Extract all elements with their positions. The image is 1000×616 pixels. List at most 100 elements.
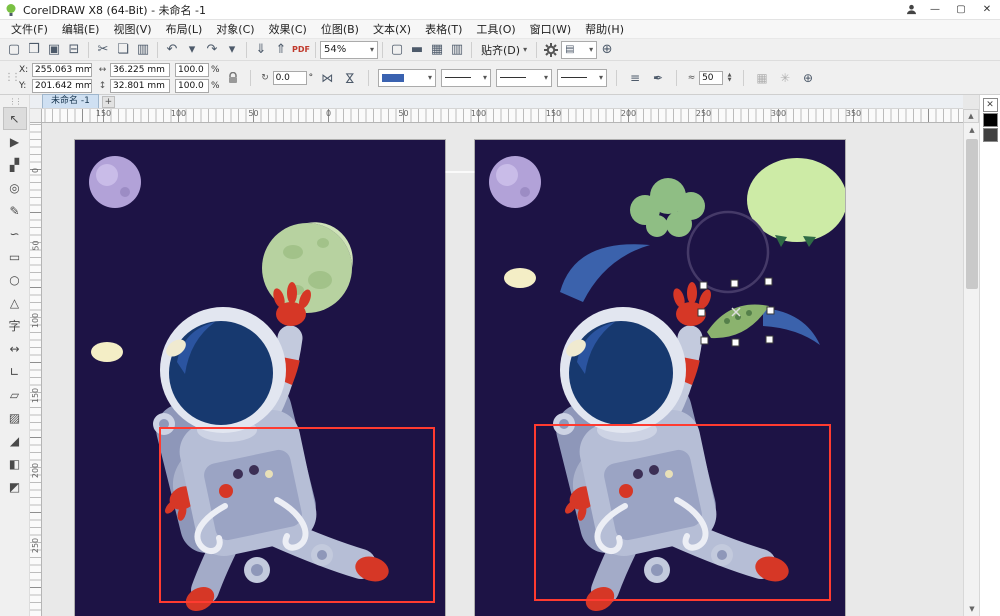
- vertical-ruler[interactable]: 0 50 100 150 200 250: [30, 123, 42, 616]
- artistic-media-tool[interactable]: ∽: [3, 222, 27, 245]
- rotation-angle-field[interactable]: 0.0: [272, 70, 307, 85]
- line-style-combo[interactable]: ▾: [496, 68, 553, 87]
- smart-fill-tool[interactable]: ◩: [3, 475, 27, 498]
- menu-item[interactable]: 帮助(H): [578, 20, 631, 39]
- position-dimension-icon[interactable]: ✳: [776, 69, 794, 87]
- ellipse-tool[interactable]: ○: [3, 268, 27, 291]
- add-document-tab-button[interactable]: +: [101, 96, 115, 108]
- purple-moon[interactable]: [89, 156, 141, 208]
- snap-to-dropdown[interactable]: 贴齐(D) ▾: [476, 40, 532, 60]
- object-height-field[interactable]: 32.801 mm: [110, 78, 170, 93]
- drop-shadow-tool[interactable]: ▱: [3, 383, 27, 406]
- quick-customize-icon[interactable]: ⊕: [799, 69, 817, 87]
- zoom-tool[interactable]: ◎: [3, 176, 27, 199]
- menu-item[interactable]: 布局(L): [159, 20, 210, 39]
- scale-horizontal-field[interactable]: 100.0: [175, 62, 209, 77]
- no-color-swatch[interactable]: ✕: [982, 98, 998, 112]
- vertical-scrollbar[interactable]: ▲ ▼: [963, 123, 979, 616]
- account-icon[interactable]: [900, 0, 922, 19]
- shape-tool[interactable]: ▶: [3, 130, 27, 153]
- document-tab[interactable]: 未命名 -1: [42, 94, 99, 108]
- publish-pdf-icon[interactable]: PDF: [291, 40, 311, 60]
- open-icon[interactable]: ❒: [24, 40, 44, 60]
- menu-item[interactable]: 文本(X): [366, 20, 418, 39]
- toolbar-drag-handle[interactable]: ⋮⋮: [4, 72, 21, 83]
- horizontal-ruler[interactable]: 150 100 50 0 50 100 150 200 250 300 350: [42, 109, 963, 123]
- interactive-fill-tool[interactable]: ◧: [3, 452, 27, 475]
- minimize-button[interactable]: —: [922, 0, 948, 19]
- height-icon: ↕: [98, 80, 107, 91]
- print-icon[interactable]: ⊟: [64, 40, 84, 60]
- show-guidelines-icon[interactable]: ▥: [447, 40, 467, 60]
- show-rulers-icon[interactable]: ▬: [407, 40, 427, 60]
- corner-smoothness-field[interactable]: 50: [699, 70, 724, 85]
- freehand-tool[interactable]: ✎: [3, 199, 27, 222]
- page-right[interactable]: [475, 140, 845, 616]
- menu-item[interactable]: 对象(C): [209, 20, 261, 39]
- menu-item[interactable]: 视图(V): [106, 20, 158, 39]
- color-eyedropper-tool[interactable]: ◢: [3, 429, 27, 452]
- menu-item[interactable]: 工具(O): [469, 20, 522, 39]
- cut-icon[interactable]: ✂: [93, 40, 113, 60]
- menu-item[interactable]: 编辑(E): [55, 20, 107, 39]
- undo-icon[interactable]: ↶: [162, 40, 182, 60]
- fullscreen-preview-icon[interactable]: ▢: [387, 40, 407, 60]
- menu-item[interactable]: 位图(B): [314, 20, 366, 39]
- close-button[interactable]: ✕: [974, 0, 1000, 19]
- maximize-button[interactable]: ▢: [948, 0, 974, 19]
- polygon-tool[interactable]: △: [3, 291, 27, 314]
- rectangle-tool[interactable]: ▭: [3, 245, 27, 268]
- page-left[interactable]: [75, 140, 445, 616]
- object-width-field[interactable]: 36.225 mm: [110, 62, 170, 77]
- parallel-dimension-tool[interactable]: ↔: [3, 337, 27, 360]
- ruler-origin-corner[interactable]: [30, 109, 42, 123]
- save-icon[interactable]: ▣: [44, 40, 64, 60]
- crop-tool[interactable]: ▞: [3, 153, 27, 176]
- align-distribute-icon[interactable]: ▦: [753, 69, 771, 87]
- start-arrowhead-combo[interactable]: ▾: [441, 68, 492, 87]
- application-launcher-combo[interactable]: ▤ ▾: [561, 40, 598, 59]
- export-icon[interactable]: ⇑: [271, 40, 291, 60]
- options-gear-icon[interactable]: [541, 40, 561, 60]
- redo-icon[interactable]: ↷: [202, 40, 222, 60]
- wrap-paragraph-text-icon[interactable]: ≡: [626, 69, 644, 87]
- scroll-corner-button[interactable]: ▲: [963, 109, 979, 123]
- smoothness-spinner[interactable]: ▲ ▼: [725, 72, 734, 83]
- zoom-level-combo[interactable]: 54% ▾: [320, 40, 378, 59]
- outline-pen-icon[interactable]: ✒: [649, 69, 667, 87]
- x-position-field[interactable]: 255.063 mm: [32, 62, 92, 77]
- scroll-up-icon[interactable]: ▲: [964, 123, 980, 137]
- menu-item[interactable]: 窗口(W): [523, 20, 578, 39]
- mirror-horizontal-button[interactable]: ⋈: [318, 69, 336, 87]
- copy-icon[interactable]: ❏: [113, 40, 133, 60]
- cream-ellipse[interactable]: [504, 268, 536, 288]
- drawing-canvas[interactable]: [42, 123, 963, 616]
- lock-ratio-button[interactable]: [225, 69, 241, 87]
- new-document-icon[interactable]: ▢: [4, 40, 24, 60]
- mirror-vertical-button[interactable]: ⋈: [341, 69, 359, 87]
- menu-item[interactable]: 效果(C): [262, 20, 314, 39]
- scale-vertical-field[interactable]: 100.0: [175, 78, 209, 93]
- paste-icon[interactable]: ▥: [133, 40, 153, 60]
- purple-moon[interactable]: [489, 156, 541, 208]
- pick-tool[interactable]: ↖: [2, 107, 27, 130]
- transparency-tool[interactable]: ▨: [3, 406, 27, 429]
- connector-tool[interactable]: ∟: [3, 360, 27, 383]
- y-position-field[interactable]: 201.642 mm: [32, 78, 92, 93]
- dark-gray-swatch[interactable]: [982, 128, 998, 142]
- quick-customize-icon[interactable]: ⊕: [597, 40, 617, 60]
- menu-item[interactable]: 文件(F): [4, 20, 55, 39]
- undo-dropdown-icon[interactable]: ▾: [182, 40, 202, 60]
- scrollbar-thumb[interactable]: [966, 139, 978, 289]
- toolbox-drag-handle[interactable]: ⋮⋮: [9, 98, 23, 107]
- outline-width-combo[interactable]: ▾: [378, 68, 437, 87]
- black-swatch[interactable]: [982, 113, 998, 127]
- cream-ellipse[interactable]: [91, 342, 123, 362]
- end-arrowhead-combo[interactable]: ▾: [557, 68, 608, 87]
- menu-item[interactable]: 表格(T): [418, 20, 469, 39]
- text-tool[interactable]: 字: [3, 314, 27, 337]
- scroll-down-icon[interactable]: ▼: [964, 602, 980, 616]
- import-icon[interactable]: ⇓: [251, 40, 271, 60]
- redo-dropdown-icon[interactable]: ▾: [222, 40, 242, 60]
- show-grid-icon[interactable]: ▦: [427, 40, 447, 60]
